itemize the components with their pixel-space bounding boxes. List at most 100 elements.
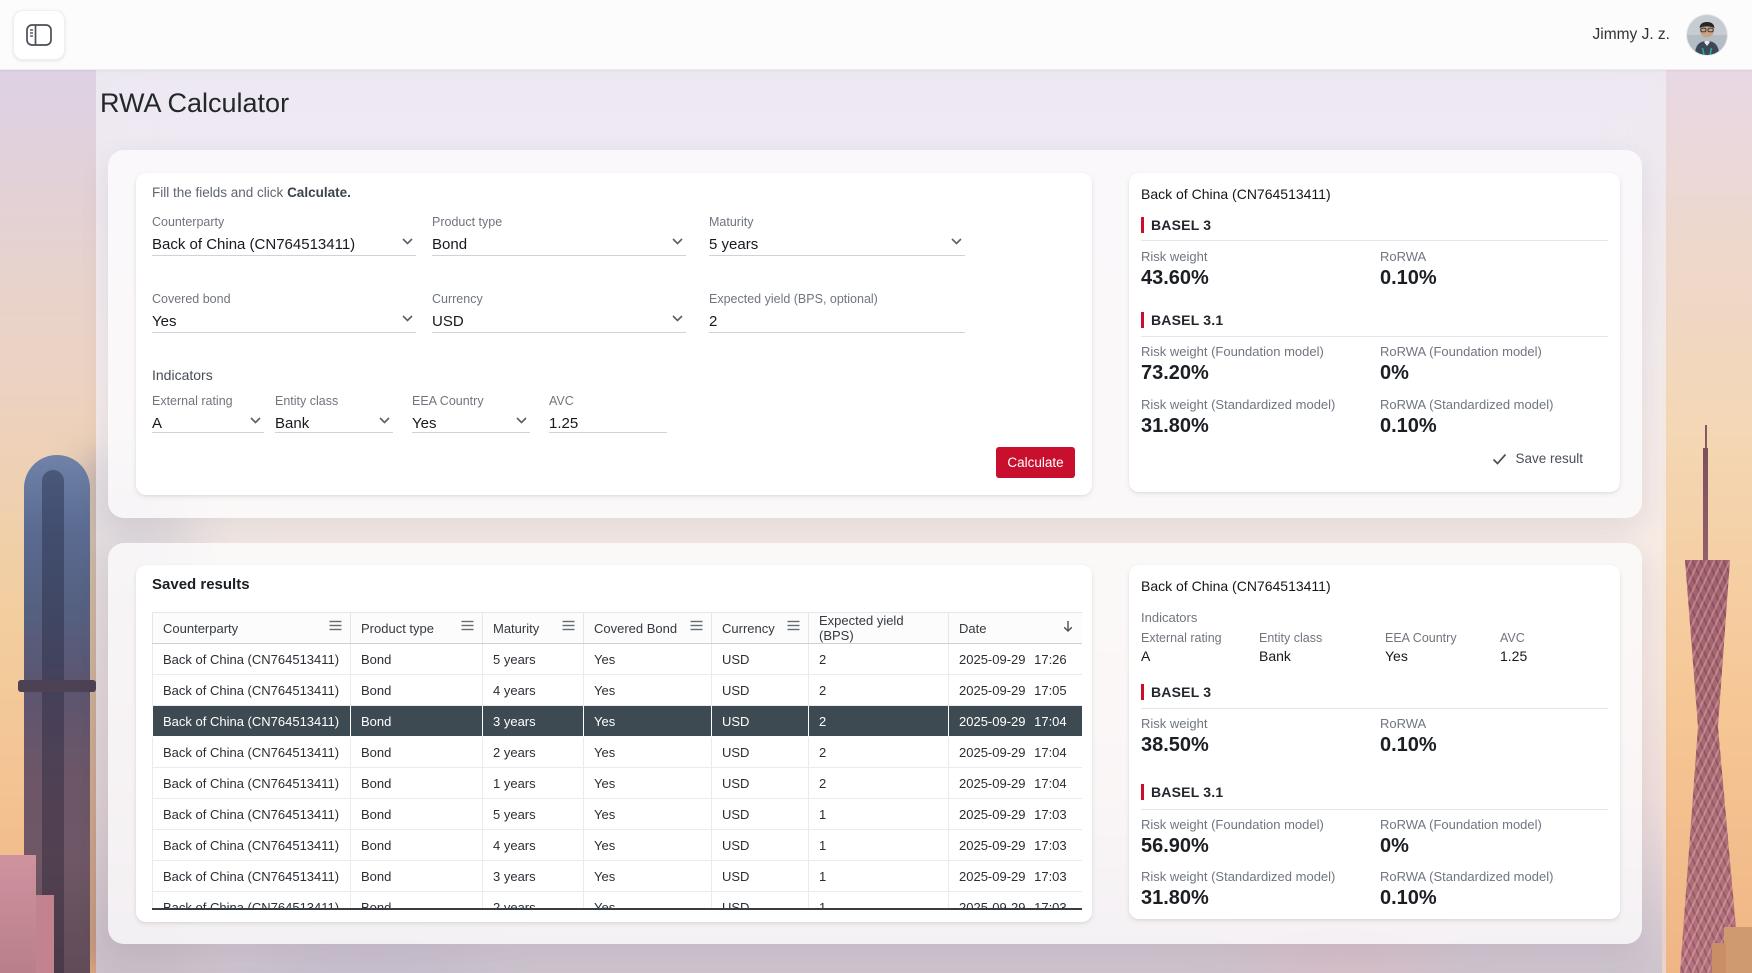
skyscraper-left-band xyxy=(18,680,96,692)
avatar-photo xyxy=(1687,15,1727,55)
red-accent-bar xyxy=(1141,217,1144,233)
table-cell: 2 xyxy=(809,644,949,675)
chevron-down-icon xyxy=(402,315,413,322)
save-result-button[interactable]: Save result xyxy=(1492,451,1583,466)
table-cell: Back of China (CN764513411) xyxy=(153,892,351,911)
eea-country-select[interactable]: EEA Country Yes xyxy=(412,394,530,433)
counterparty-select[interactable]: Counterparty Back of China (CN764513411) xyxy=(152,215,416,256)
avc-input[interactable]: AVC 1.25 xyxy=(549,394,667,433)
saved-results-table-container[interactable]: CounterpartyProduct typeMaturityCovered … xyxy=(152,612,1082,910)
building-right-small xyxy=(1724,927,1752,973)
divider xyxy=(1141,336,1608,337)
table-cell: 4 years xyxy=(483,675,584,706)
filter-icon[interactable] xyxy=(787,620,800,631)
details-rorwa-metric: RoRWA 0.10% xyxy=(1380,716,1610,757)
table-cell: Yes xyxy=(584,892,712,911)
table-row[interactable]: Back of China (CN764513411)Bond2 yearsYe… xyxy=(153,737,1083,768)
covered-bond-select[interactable]: Covered bond Yes xyxy=(152,292,416,333)
details-rorwa-foundation-metric: RoRWA (Foundation model) 0% xyxy=(1380,817,1610,858)
chevron-down-icon xyxy=(250,417,261,424)
table-row[interactable]: Back of China (CN764513411)Bond4 yearsYe… xyxy=(153,675,1083,706)
indicator-label: External rating xyxy=(1141,631,1222,645)
risk-weight-metric: Risk weight 43.60% xyxy=(1141,249,1371,290)
calculate-button[interactable]: Calculate xyxy=(996,447,1075,478)
filter-icon[interactable] xyxy=(461,620,474,631)
filter-icon[interactable] xyxy=(562,620,575,631)
column-header-product-type[interactable]: Product type xyxy=(351,613,483,644)
table-cell: USD xyxy=(712,706,809,737)
table-cell: Yes xyxy=(584,799,712,830)
metric-value: 31.80% xyxy=(1141,415,1371,438)
metric-value: 0.10% xyxy=(1380,267,1610,290)
table-cell: 3 years xyxy=(483,706,584,737)
metric-label: Risk weight (Standardized model) xyxy=(1141,869,1371,884)
currency-select[interactable]: Currency USD xyxy=(432,292,686,333)
currency-label: Currency xyxy=(432,292,686,307)
red-accent-bar xyxy=(1141,312,1144,328)
result-counterparty-title: Back of China (CN764513411) xyxy=(1141,186,1331,202)
risk-weight-standardized-metric: Risk weight (Standardized model) 31.80% xyxy=(1141,397,1371,438)
table-cell: USD xyxy=(712,644,809,675)
table-row[interactable]: Back of China (CN764513411)Bond2 yearsYe… xyxy=(153,892,1083,911)
details-indicators-title: Indicators xyxy=(1141,610,1197,625)
metric-value: 43.60% xyxy=(1141,267,1371,290)
table-cell: 2 years xyxy=(483,892,584,911)
table-row[interactable]: Back of China (CN764513411)Bond5 yearsYe… xyxy=(153,799,1083,830)
entity-class-label: Entity class xyxy=(275,394,393,409)
user-avatar[interactable] xyxy=(1687,15,1727,55)
table-cell: Back of China (CN764513411) xyxy=(153,737,351,768)
filter-icon[interactable] xyxy=(690,620,703,631)
column-header-currency[interactable]: Currency xyxy=(712,613,809,644)
metric-value: 0.10% xyxy=(1380,887,1610,910)
metric-label: RoRWA xyxy=(1380,249,1610,264)
table-row[interactable]: Back of China (CN764513411)Bond1 yearsYe… xyxy=(153,768,1083,799)
entity-class-select[interactable]: Entity class Bank xyxy=(275,394,393,433)
covered-bond-value: Yes xyxy=(152,311,416,332)
sidebar-toggle-button[interactable] xyxy=(13,10,65,60)
expected-yield-value: 2 xyxy=(709,311,965,332)
form-instruction-text: Fill the fields and click xyxy=(152,185,287,200)
metric-value: 0% xyxy=(1380,362,1610,385)
eea-country-value: Yes xyxy=(412,413,530,434)
table-cell: Back of China (CN764513411) xyxy=(153,706,351,737)
expected-yield-input[interactable]: Expected yield (BPS, optional) 2 xyxy=(709,292,965,333)
table-cell: 2025-09-29 17:03 xyxy=(949,861,1083,892)
table-cell: 1 xyxy=(809,892,949,911)
details-basel3-section-header: BASEL 3 xyxy=(1141,684,1211,700)
column-header-counterparty[interactable]: Counterparty xyxy=(153,613,351,644)
calculator-form-card: Fill the fields and click Calculate. Cou… xyxy=(136,173,1092,495)
results-table-body: Back of China (CN764513411)Bond5 yearsYe… xyxy=(153,644,1083,911)
column-header-expected-yield-bps-[interactable]: Expected yield (BPS) xyxy=(809,613,949,644)
sidebar-panel-icon xyxy=(26,24,52,46)
sort-desc-icon[interactable] xyxy=(1062,620,1074,633)
table-row[interactable]: Back of China (CN764513411)Bond4 yearsYe… xyxy=(153,830,1083,861)
column-header-label: Expected yield (BPS) xyxy=(819,613,904,643)
filter-icon[interactable] xyxy=(329,620,342,631)
table-row[interactable]: Back of China (CN764513411)Bond3 yearsYe… xyxy=(153,706,1083,737)
indicator-value: Bank xyxy=(1259,648,1322,664)
metric-label: Risk weight xyxy=(1141,716,1371,731)
column-header-covered-bond[interactable]: Covered Bond xyxy=(584,613,712,644)
basel31-section-title: BASEL 3.1 xyxy=(1151,312,1223,328)
table-cell: 2025-09-29 17:05 xyxy=(949,675,1083,706)
table-cell: Yes xyxy=(584,830,712,861)
details-risk-weight-standardized-metric: Risk weight (Standardized model) 31.80% xyxy=(1141,869,1371,910)
table-cell: 2025-09-29 17:04 xyxy=(949,737,1083,768)
indicator-label: EEA Country xyxy=(1385,631,1457,645)
external-rating-select[interactable]: External rating A xyxy=(152,394,264,433)
maturity-select[interactable]: Maturity 5 years xyxy=(709,215,965,256)
table-cell: 2025-09-29 17:03 xyxy=(949,799,1083,830)
column-header-label: Currency xyxy=(722,621,775,636)
rorwa-standardized-metric: RoRWA (Standardized model) 0.10% xyxy=(1380,397,1610,438)
product-type-select[interactable]: Product type Bond xyxy=(432,215,686,256)
table-row[interactable]: Back of China (CN764513411)Bond3 yearsYe… xyxy=(153,861,1083,892)
column-header-maturity[interactable]: Maturity xyxy=(483,613,584,644)
building-left-small xyxy=(0,855,36,973)
metric-label: RoRWA (Foundation model) xyxy=(1380,344,1610,359)
details-entity-class: Entity class Bank xyxy=(1259,631,1322,664)
table-row[interactable]: Back of China (CN764513411)Bond5 yearsYe… xyxy=(153,644,1083,675)
table-cell: Yes xyxy=(584,706,712,737)
saved-results-card: Saved results CounterpartyProduct typeMa… xyxy=(136,565,1092,922)
table-cell: USD xyxy=(712,830,809,861)
column-header-date[interactable]: Date xyxy=(949,613,1083,644)
